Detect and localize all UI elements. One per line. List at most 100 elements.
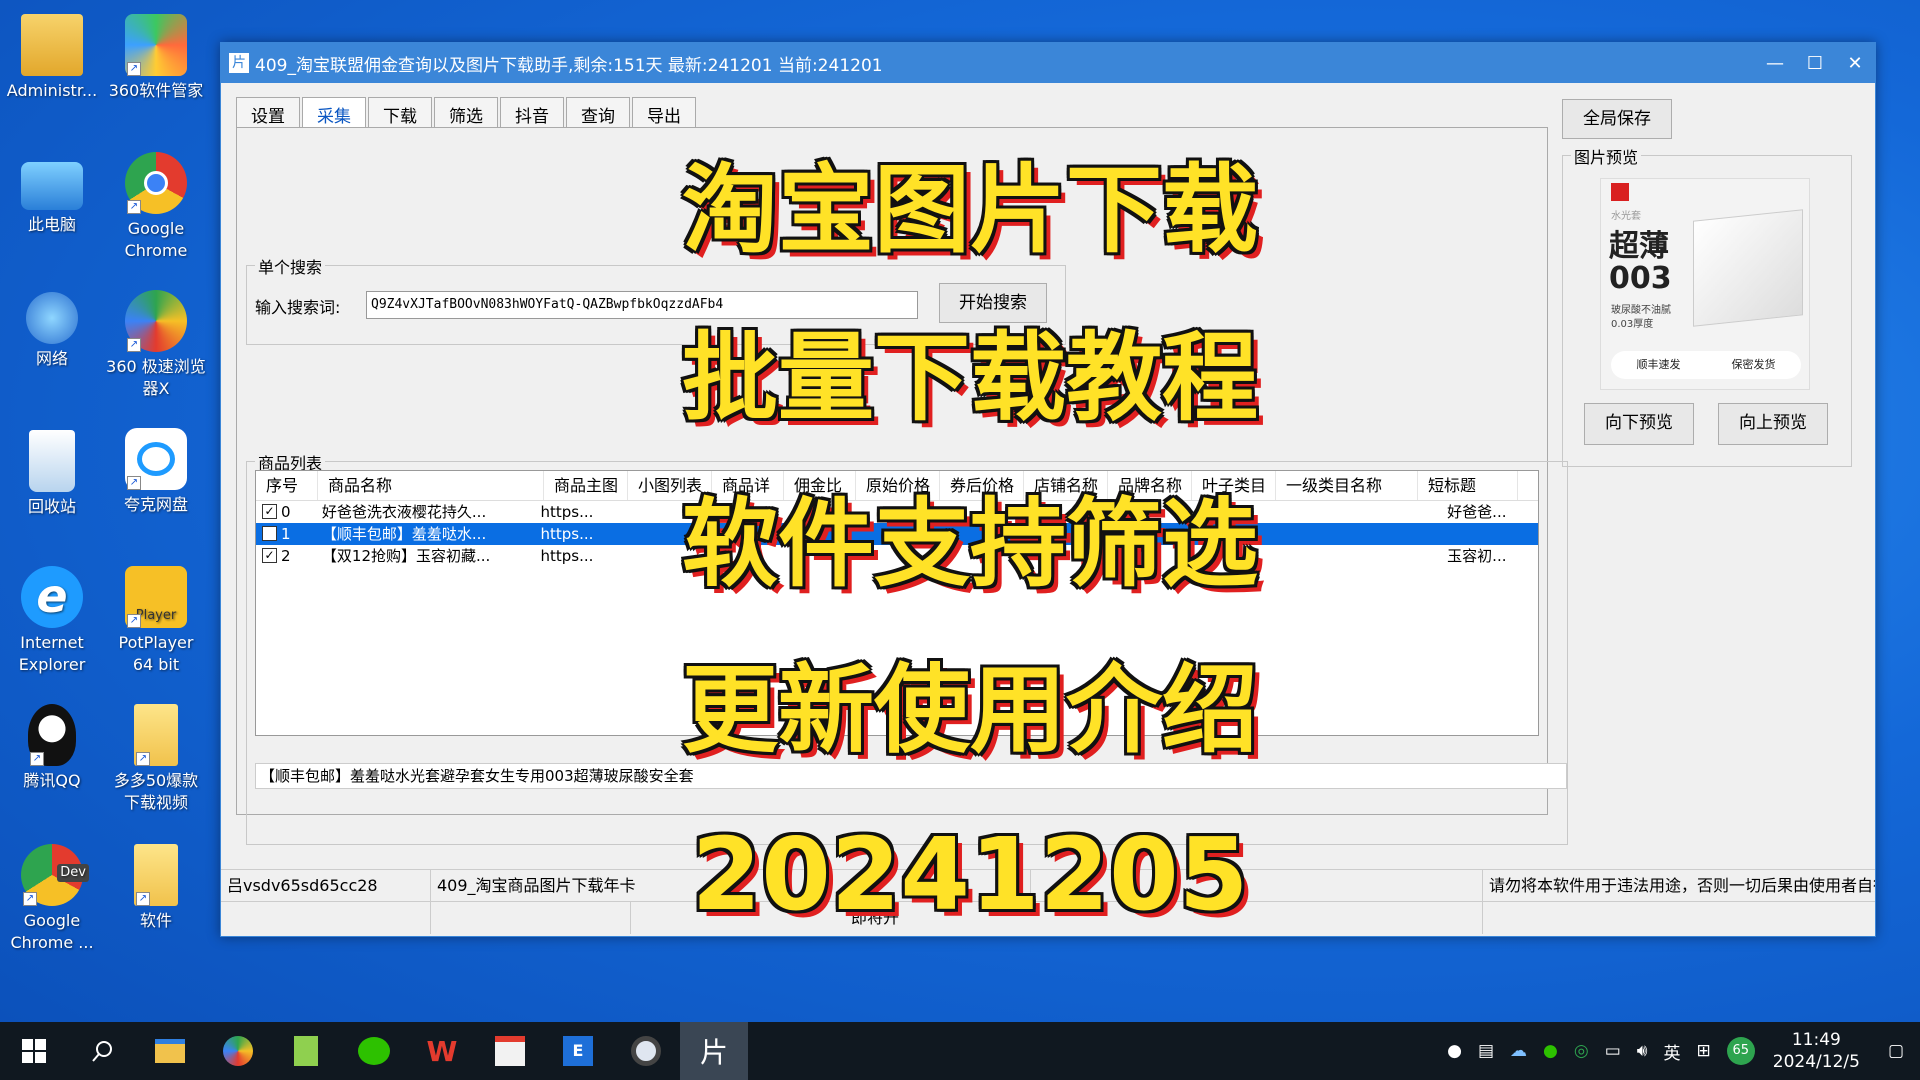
row-image: https... bbox=[540, 547, 594, 565]
start-button[interactable] bbox=[0, 1022, 68, 1080]
desktop-icon-software-folder[interactable]: ↗ 软件 bbox=[106, 844, 206, 932]
desktop-icon-internet-explorer[interactable]: e Internet Explorer bbox=[2, 566, 102, 676]
start-search-button[interactable]: 开始搜索 bbox=[939, 283, 1047, 323]
row-index-cell: ✓ 0 bbox=[256, 501, 316, 523]
status-empty bbox=[221, 902, 431, 934]
desktop-icon-potplayer[interactable]: Player ↗ PotPlayer 64 bit bbox=[106, 566, 206, 676]
search-input[interactable]: Q9Z4vXJTafBOOvN083hWOYFatQ-QAZBwpfbkOqzz… bbox=[366, 291, 918, 319]
tray-360-icon[interactable]: ◎ bbox=[1574, 1041, 1589, 1061]
tab-export[interactable]: 导出 bbox=[632, 97, 696, 127]
preview-number: 003 bbox=[1609, 261, 1672, 296]
maximize-icon[interactable]: ☐ bbox=[1795, 53, 1835, 74]
tray-badge[interactable]: 65 bbox=[1726, 1037, 1755, 1065]
preview-down-button[interactable]: 向下预览 bbox=[1584, 403, 1694, 445]
calendar-app-icon[interactable] bbox=[476, 1022, 544, 1080]
overlay-line-4: 更新使用介绍 bbox=[682, 654, 1258, 766]
preview-badge1: 顺丰速发 bbox=[1636, 358, 1681, 371]
row-index: 1 bbox=[281, 525, 291, 543]
desktop-icon-quark[interactable]: ↗ 夸克网盘 bbox=[106, 428, 206, 516]
row-short-title bbox=[1441, 523, 1538, 545]
overlay-line-5: 20241205 bbox=[691, 816, 1249, 933]
desktop-icon-administrator[interactable]: Administr... bbox=[2, 14, 102, 102]
recycle-bin-icon bbox=[29, 430, 75, 492]
desktop-icon-label: 多多50爆款下载视频 bbox=[113, 771, 199, 812]
row-checkbox[interactable]: ✓ bbox=[262, 504, 277, 519]
tab-douyin[interactable]: 抖音 bbox=[500, 97, 564, 127]
tab-bar: 设置 采集 下载 筛选 抖音 查询 导出 bbox=[236, 97, 698, 127]
desktop-icon-label: 软件 bbox=[139, 911, 172, 930]
tray-editor-icon[interactable]: ▤ bbox=[1478, 1041, 1494, 1061]
tab-filter[interactable]: 筛选 bbox=[434, 97, 498, 127]
desktop-icon-qq[interactable]: ↗ 腾讯QQ bbox=[2, 704, 102, 792]
row-index-cell: ✓ 2 bbox=[256, 545, 316, 567]
preview-brand: 水光套 bbox=[1611, 211, 1641, 222]
preview-up-button[interactable]: 向上预览 bbox=[1718, 403, 1828, 445]
file-explorer-icon[interactable] bbox=[136, 1022, 204, 1080]
windows-icon bbox=[22, 1039, 46, 1063]
quark-cloud-icon: ↗ bbox=[125, 428, 187, 490]
desktop-icon-this-pc[interactable]: 此电脑 bbox=[2, 154, 102, 236]
row-name: 好爸爸洗衣液樱花持久... bbox=[321, 503, 487, 521]
ime-layout-icon[interactable]: ⊞ bbox=[1697, 1041, 1711, 1061]
onedrive-icon[interactable]: ☁ bbox=[1510, 1041, 1527, 1061]
media-app-icon[interactable] bbox=[612, 1022, 680, 1080]
close-icon[interactable]: ✕ bbox=[1835, 53, 1875, 74]
clock-time: 11:49 bbox=[1791, 1030, 1841, 1050]
desktop-icon-360-manager[interactable]: ↗ 360软件管家 bbox=[106, 14, 206, 102]
notification-icon[interactable]: ▢ bbox=[1888, 1041, 1904, 1061]
row-index: 0 bbox=[281, 503, 291, 521]
preview-image: 水光套 超薄 003 玻尿酸不油腻 0.03厚度 顺丰速发 保密发货 bbox=[1600, 178, 1810, 390]
brand-logo-icon bbox=[1611, 183, 1629, 201]
desktop-icon-network[interactable]: 网络 bbox=[2, 292, 102, 370]
desktop-icon-360-browser[interactable]: ↗ 360 极速浏览器X bbox=[106, 290, 206, 400]
desktop-icon-label: 夸克网盘 bbox=[123, 495, 188, 514]
ime-indicator[interactable]: 英 bbox=[1664, 1039, 1681, 1064]
column-header[interactable]: 商品主图 bbox=[544, 471, 628, 500]
desktop-icon-chrome-dev[interactable]: Dev ↗ Google Chrome ... bbox=[2, 844, 102, 954]
360-manager-icon: ↗ bbox=[125, 14, 187, 76]
tab-collect[interactable]: 采集 bbox=[302, 97, 366, 127]
desktop-icon-label: 360 极速浏览器X bbox=[106, 357, 206, 398]
minimize-icon[interactable]: — bbox=[1755, 53, 1795, 74]
clock-date: 2024/12/5 bbox=[1772, 1052, 1860, 1072]
notepad-icon[interactable] bbox=[272, 1022, 340, 1080]
wps-icon[interactable]: W bbox=[408, 1022, 476, 1080]
qq-icon: ↗ bbox=[28, 704, 76, 766]
search-icon[interactable] bbox=[68, 1022, 136, 1080]
window-titlebar[interactable]: 片 409_淘宝联盟佣金查询以及图片下载助手,剩余:151天 最新:241201… bbox=[221, 43, 1875, 83]
folder-icon: ↗ bbox=[134, 704, 178, 766]
wechat-icon[interactable] bbox=[340, 1022, 408, 1080]
overlay-line-1: 淘宝图片下载 bbox=[682, 154, 1258, 266]
desktop-icon-label: PotPlayer 64 bit bbox=[118, 633, 194, 674]
wechat-tray-icon[interactable]: ● bbox=[1543, 1041, 1558, 1061]
row-name: 【双12抢购】玉容初藏... bbox=[321, 547, 491, 565]
volume-icon[interactable]: 🔊︎ bbox=[1637, 1041, 1648, 1061]
column-header[interactable]: 短标题 bbox=[1418, 471, 1518, 500]
tray-app-icon[interactable]: ● bbox=[1447, 1041, 1462, 1061]
column-header[interactable]: 序号 bbox=[256, 471, 318, 500]
row-name: 【顺丰包邮】羞羞哒水... bbox=[321, 525, 487, 543]
row-checkbox[interactable] bbox=[262, 526, 277, 541]
global-save-button[interactable]: 全局保存 bbox=[1562, 99, 1672, 139]
tab-query[interactable]: 查询 bbox=[566, 97, 630, 127]
network-tray-icon[interactable]: ▭ bbox=[1605, 1041, 1621, 1061]
app-taskbar-icon[interactable]: 片 bbox=[680, 1022, 748, 1080]
taskbar: W E 片 ● ▤ ☁ ● ◎ ▭ 🔊︎ 英 ⊞ 65 11:49 2024/1… bbox=[0, 1022, 1920, 1080]
tab-download[interactable]: 下载 bbox=[368, 97, 432, 127]
desktop-icon-chrome[interactable]: ↗ Google Chrome bbox=[106, 152, 206, 262]
desktop-icon-recycle-bin[interactable]: 回收站 bbox=[2, 430, 102, 518]
desktop-icon-label: 网络 bbox=[35, 349, 68, 368]
column-header[interactable]: 商品名称 bbox=[318, 471, 544, 500]
single-search-label: 单个搜索 bbox=[255, 254, 326, 278]
row-checkbox[interactable]: ✓ bbox=[262, 548, 277, 563]
browser-360-taskbar-icon[interactable] bbox=[204, 1022, 272, 1080]
user-folder-icon bbox=[21, 14, 83, 76]
desktop-icon-duoduo-folder[interactable]: ↗ 多多50爆款下载视频 bbox=[106, 704, 206, 814]
desktop-icon-label: Internet Explorer bbox=[18, 633, 86, 674]
clock[interactable]: 11:49 2024/12/5 bbox=[1773, 1029, 1860, 1073]
tab-settings[interactable]: 设置 bbox=[236, 97, 300, 127]
status-disclaimer: 请勿将本软件用于违法用途，否则一切后果由使用者自行承担 bbox=[1489, 876, 1875, 895]
overlay-line-3: 软件支持筛选 bbox=[682, 488, 1258, 600]
desktop-icon-label: 此电脑 bbox=[27, 215, 76, 234]
editor-icon[interactable]: E bbox=[544, 1022, 612, 1080]
